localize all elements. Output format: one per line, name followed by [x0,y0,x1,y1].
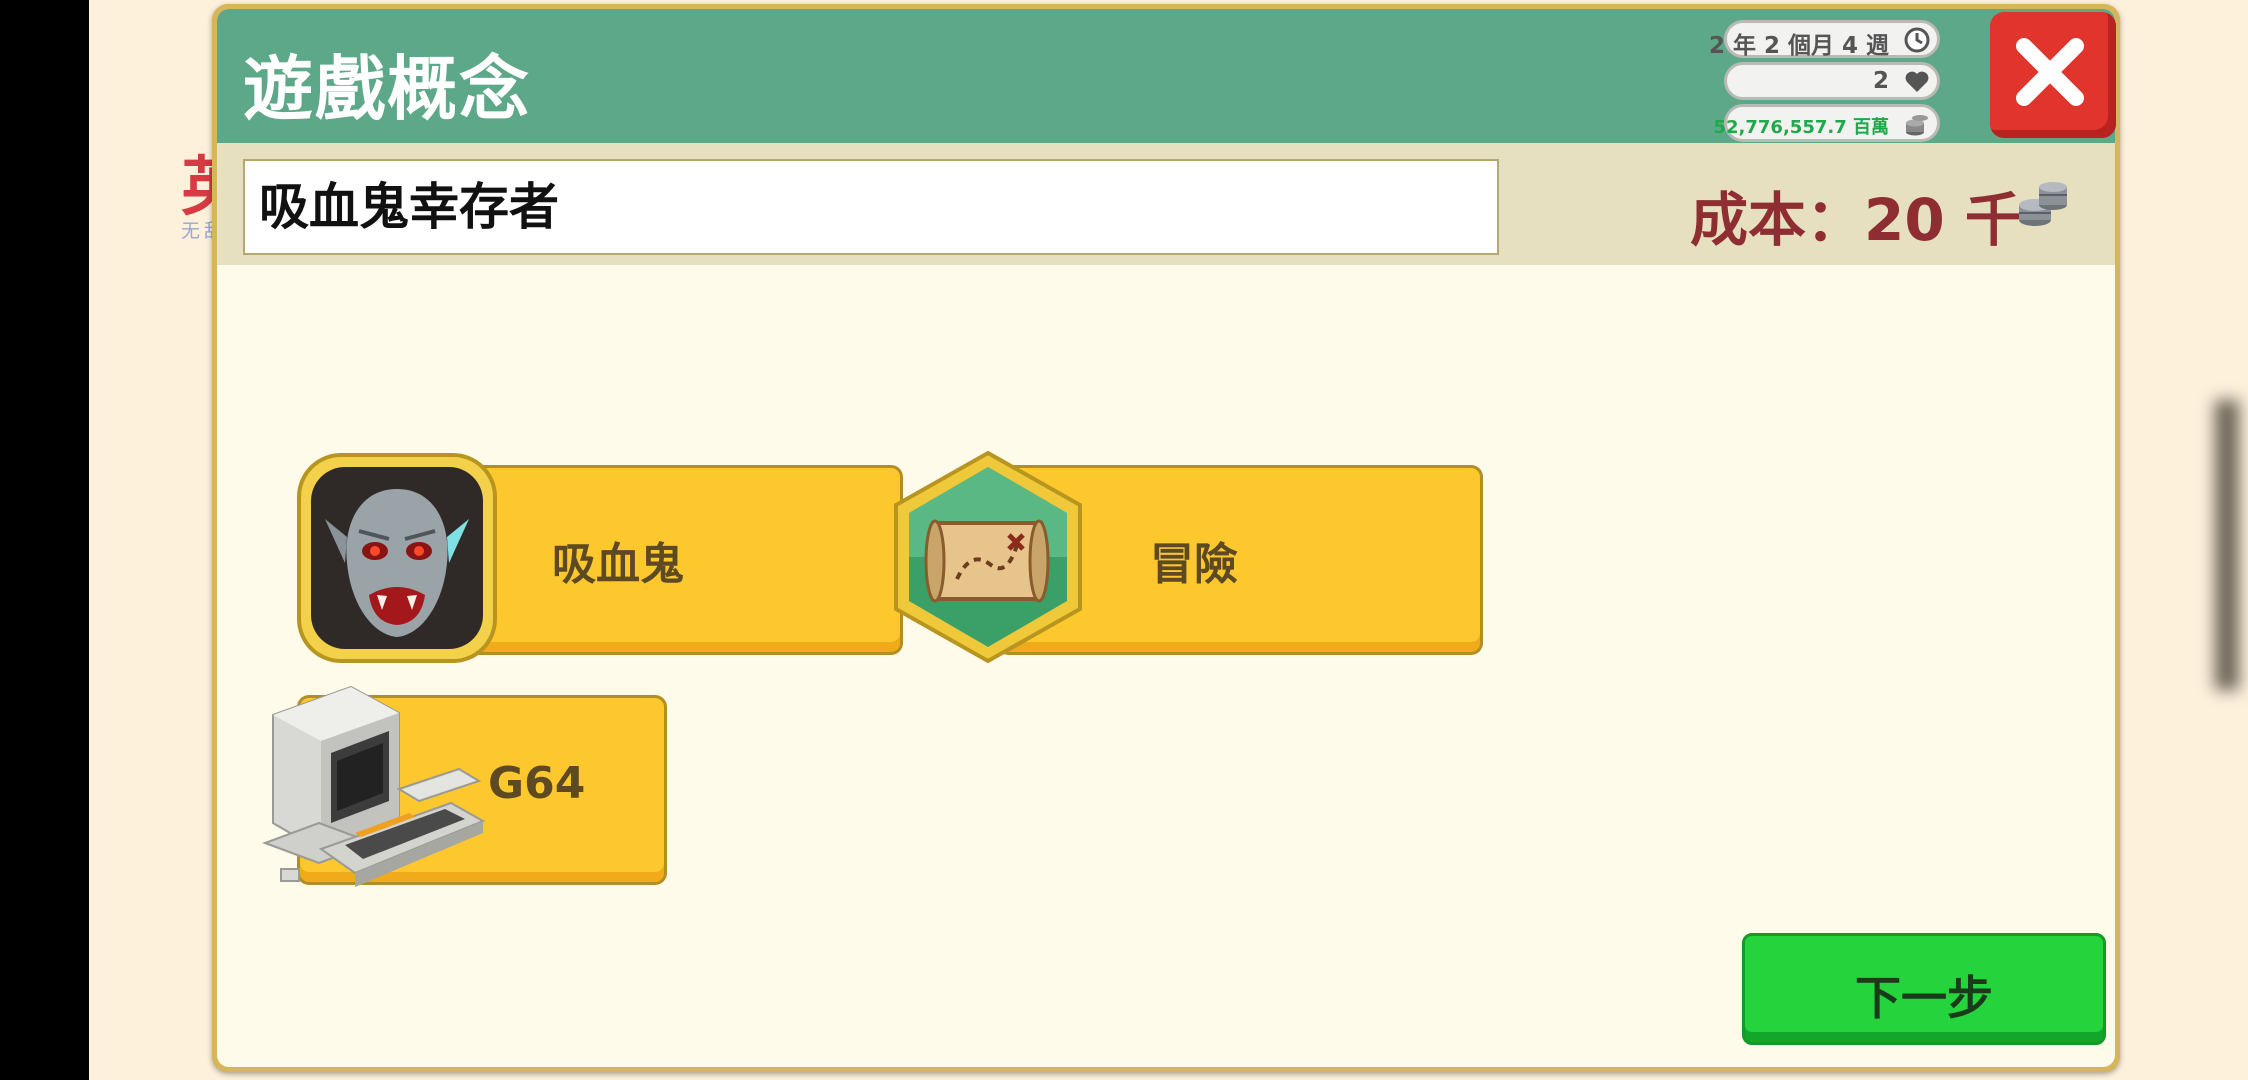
topic-label: 吸血鬼 [552,539,684,590]
right-panel-shadow [2215,400,2239,690]
next-button-label: 下一步 [1855,971,1993,1025]
vampire-face-icon [297,453,497,663]
cost-label: 成本：20 千 [1690,186,2023,254]
coins-icon [1906,115,1928,136]
heart-icon [1905,71,1929,92]
money-stat: 52,776,557.7 百萬 [1714,104,1940,142]
fans-stat: 2 [1724,62,1940,100]
date-stat: 2 年 2 個月 4 週 [1709,20,1940,59]
game-name-bar: 吸血鬼幸存者 成本：20 千 [217,143,2115,265]
coins-icon [2019,182,2067,226]
dialog-title: 遊戲概念 [243,48,531,130]
game-name-input[interactable]: 吸血鬼幸存者 [243,159,1499,255]
treasure-map-icon [894,450,1082,664]
next-button[interactable]: 下一步 [1742,933,2106,1045]
topic-label: 冒險 [1150,539,1238,590]
game-concept-dialog: 遊戲概念 吸血鬼幸存者 成本：20 千 吸血鬼 冒險 G64 下一步 [212,4,2120,1072]
fans-text: 2 [1872,68,1889,94]
clock-icon [1904,27,1930,53]
close-button[interactable] [1990,12,2116,138]
close-icon [2016,38,2084,106]
date-text: 2 年 2 個月 4 週 [1708,33,1889,59]
money-text: 52,776,557.7 百萬 [1713,117,1890,138]
platform-label: G64 [488,758,586,809]
dialog-body: 遊戲概念 吸血鬼幸存者 成本：20 千 吸血鬼 冒險 G64 下一步 [217,9,2115,1067]
retro-computer-icon [262,685,486,887]
